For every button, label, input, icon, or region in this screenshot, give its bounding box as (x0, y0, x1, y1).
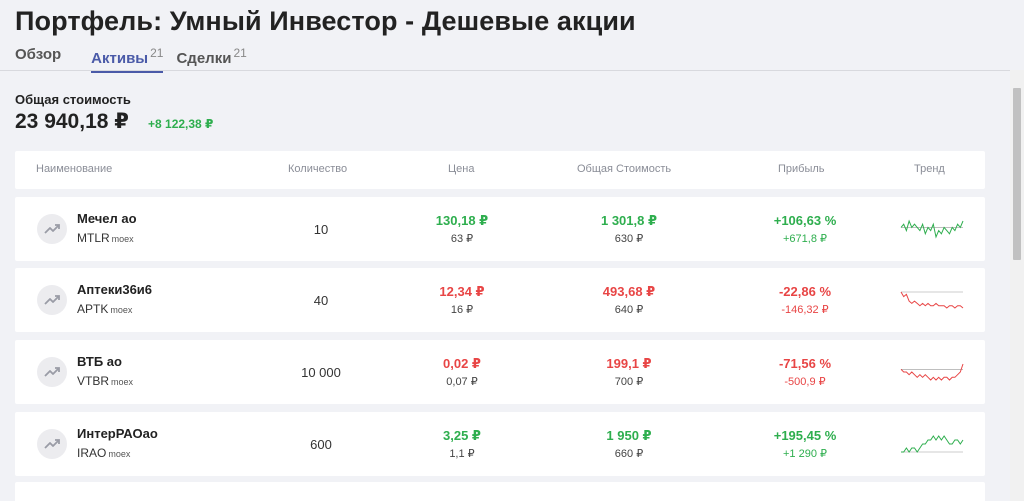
current-price: 130,18 ₽ (435, 213, 489, 228)
exchange-label: moex (111, 377, 134, 387)
sparkline-line (900, 291, 964, 309)
asset-name[interactable]: Мечел ао (77, 211, 137, 226)
trend-sparkline (900, 363, 964, 381)
asset-quantity: 600 (310, 437, 332, 452)
asset-quantity: 10 000 (301, 365, 341, 380)
profit-amount: +671,8 ₽ (782, 233, 827, 245)
asset-name[interactable]: ВТБ ао (77, 354, 122, 369)
table-row[interactable]: ВТБ ао VTBR moex 10 000 0,02 ₽ 0,07 ₽ 199,1 ₽ 7… (15, 340, 985, 404)
buy-price: 0,07 ₽ (446, 376, 478, 388)
sparkline-line (901, 435, 964, 453)
profit-amount: -500,9 ₽ (784, 376, 826, 388)
table-header: Наименование Количество Цена Общая Стоим… (15, 151, 985, 189)
tab-assets-count: 21 (150, 46, 164, 60)
tab-assets-label: Активы (91, 50, 149, 67)
tab-bar: Обзор Активы 21 Сделки 21 (15, 46, 263, 73)
tab-deals[interactable]: Сделки 21 (176, 46, 246, 71)
page-title: Портфель: Умный Инвестор - Дешевые акции (15, 6, 636, 36)
column-header-price[interactable]: Цена (448, 163, 474, 175)
asset-quantity: 10 (313, 222, 329, 237)
trend-sparkline (900, 219, 964, 239)
exchange-label: moex (110, 305, 133, 315)
buy-total-cost: 630 ₽ (614, 233, 644, 245)
buy-price: 1,1 ₽ (449, 448, 475, 460)
asset-ticker: IRAO moex (77, 446, 130, 460)
current-total-cost: 199,1 ₽ (606, 356, 652, 371)
ticker-symbol: IRAO (77, 446, 107, 460)
current-total-cost: 493,68 ₽ (602, 284, 656, 299)
column-header-quantity[interactable]: Количество (288, 163, 347, 175)
tab-deals-label: Сделки (176, 50, 232, 67)
column-header-total-cost[interactable]: Общая Стоимость (577, 163, 671, 175)
tab-overview[interactable]: Обзор (15, 46, 61, 71)
trend-sparkline (901, 435, 964, 453)
buy-total-cost: 700 ₽ (614, 376, 644, 388)
current-price: 12,34 ₽ (439, 284, 485, 299)
trend-chart-icon (37, 429, 67, 459)
current-price: 0,02 ₽ (443, 356, 481, 371)
table-row[interactable]: Аптеки36и6 APTK moex 40 12,34 ₽ 16 ₽ 493,68 ₽ 6… (15, 268, 985, 332)
buy-price: 63 ₽ (450, 233, 474, 245)
profit-percent: +106,63 % (773, 213, 837, 228)
ticker-symbol: MTLR (77, 231, 110, 245)
tab-deals-count: 21 (233, 46, 247, 60)
current-price: 3,25 ₽ (443, 428, 481, 443)
current-total-cost: 1 301,8 ₽ (600, 213, 658, 228)
total-delta: +8 122,38 ₽ (148, 117, 214, 131)
profit-amount: -146,32 ₽ (781, 304, 829, 316)
total-value-label: Общая стоимость (15, 92, 131, 107)
sparkline-line (900, 363, 964, 381)
header-divider (0, 70, 1010, 71)
tab-overview-label: Обзор (15, 46, 62, 63)
profit-percent: -71,56 % (778, 356, 832, 371)
asset-ticker: VTBR moex (77, 374, 133, 388)
total-value: 23 940,18 ₽ (15, 110, 129, 133)
buy-total-cost: 640 ₽ (614, 304, 644, 316)
ticker-symbol: VTBR (77, 374, 110, 388)
column-header-trend: Тренд (914, 163, 945, 175)
profit-percent: +195,45 % (773, 428, 837, 443)
trend-chart-icon (37, 214, 67, 244)
ticker-symbol: APTK (77, 302, 109, 316)
buy-total-cost: 660 ₽ (614, 448, 644, 460)
trend-sparkline (900, 291, 964, 309)
exchange-label: moex (111, 234, 134, 244)
asset-ticker: APTK moex (77, 302, 132, 316)
buy-price: 16 ₽ (450, 304, 474, 316)
asset-name[interactable]: ИнтерРАОао (77, 426, 158, 441)
scrollbar-thumb[interactable] (1013, 88, 1021, 260)
profit-amount: +1 290 ₽ (782, 448, 827, 460)
exchange-label: moex (108, 449, 131, 459)
current-total-cost: 1 950 ₽ (606, 428, 652, 443)
scrollbar[interactable] (1010, 70, 1024, 501)
trend-chart-icon (37, 357, 67, 387)
column-header-profit[interactable]: Прибыль (778, 163, 825, 175)
asset-name[interactable]: Аптеки36и6 (77, 282, 152, 297)
trend-chart-icon (37, 285, 67, 315)
sparkline-line (900, 219, 964, 239)
table-row-partial[interactable] (15, 482, 985, 501)
tab-assets[interactable]: Активы 21 (91, 46, 164, 73)
asset-ticker: MTLR moex (77, 231, 134, 245)
column-header-name[interactable]: Наименование (36, 163, 112, 175)
profit-percent: -22,86 % (778, 284, 832, 299)
table-row[interactable]: ИнтерРАОао IRAO moex 600 3,25 ₽ 1,1 ₽ 1 950 ₽ 6… (15, 412, 985, 476)
asset-quantity: 40 (313, 293, 329, 308)
table-row[interactable]: Мечел ао MTLR moex 10 130,18 ₽ 63 ₽ 1 301,8 ₽ 6… (15, 197, 985, 261)
